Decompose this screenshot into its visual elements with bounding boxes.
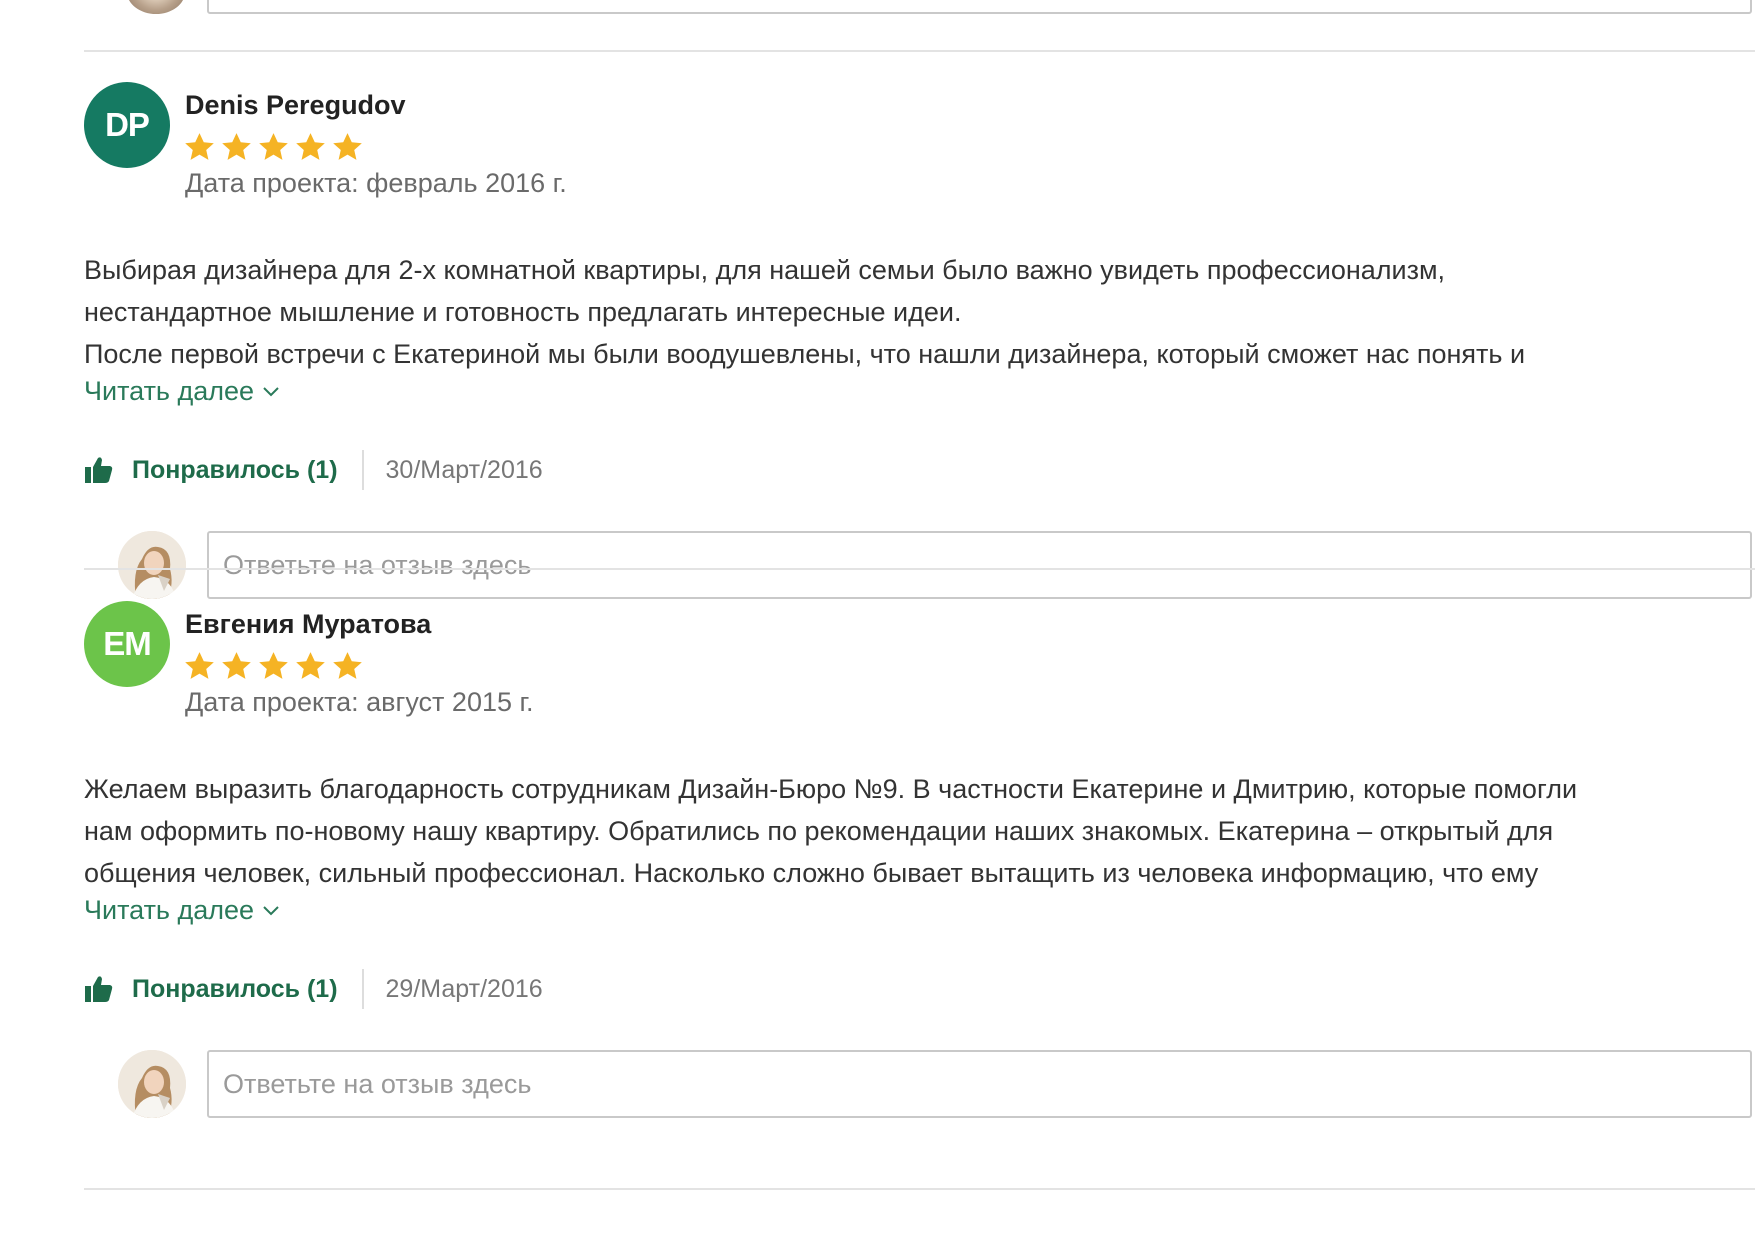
thumbs-up-icon xyxy=(85,457,113,483)
divider xyxy=(84,568,1755,570)
footer-divider xyxy=(361,450,364,490)
star-icon xyxy=(222,652,251,679)
project-date: Дата проекта: февраль 2016 г. xyxy=(185,168,567,198)
star-icon xyxy=(185,133,214,160)
review-text-line: нестандартное мышление и готовность пред… xyxy=(84,297,962,327)
like-button[interactable]: Понравилось (1) xyxy=(84,975,338,1004)
divider xyxy=(84,50,1755,52)
reviewer-name[interactable]: Евгения Муратова xyxy=(185,609,431,640)
chevron-down-icon xyxy=(263,386,279,396)
divider xyxy=(84,1188,1755,1190)
review-item: DP Denis Peregudov Дата проекта: февраль… xyxy=(0,82,1755,662)
review-footer: Понравилось (1) 29/Март/2016 xyxy=(84,969,543,1009)
review-text-line: После первой встречи с Екатериной мы был… xyxy=(84,339,1526,369)
star-icon xyxy=(259,652,288,679)
like-label: Понравилось (1) xyxy=(132,455,338,484)
read-more-label: Читать далее xyxy=(84,895,255,925)
review-text: Выбирая дизайнера для 2-х комнатной квар… xyxy=(84,249,1744,375)
review-text-line: Выбирая дизайнера для 2-х комнатной квар… xyxy=(84,255,1446,285)
thumbs-up-icon xyxy=(85,976,113,1002)
review-date: 29/Март/2016 xyxy=(385,974,543,1003)
star-icon xyxy=(296,133,325,160)
owner-photo xyxy=(118,531,186,599)
star-icon xyxy=(333,652,362,679)
previous-reply-input[interactable] xyxy=(207,0,1752,14)
star-icon xyxy=(333,133,362,160)
rating-stars xyxy=(183,131,364,165)
reviewer-avatar: DP xyxy=(84,82,170,168)
read-more-label: Читать далее xyxy=(84,376,255,406)
reply-input[interactable] xyxy=(207,1050,1752,1118)
review-text-line: общения человек, сильный профессионал. Н… xyxy=(84,858,1539,888)
star-icon xyxy=(222,133,251,160)
chevron-down-icon xyxy=(263,905,279,915)
reply-input[interactable] xyxy=(207,531,1752,599)
review-date: 30/Март/2016 xyxy=(385,455,543,484)
review-text-line: нам оформить по-новому нашу квартиру. Об… xyxy=(84,816,1554,846)
review-footer: Понравилось (1) 30/Март/2016 xyxy=(84,450,543,490)
star-icon xyxy=(259,133,288,160)
review-text: Желаем выразить благодарность сотрудника… xyxy=(84,768,1744,894)
review-text-line: Желаем выразить благодарность сотрудника… xyxy=(84,774,1578,804)
reviewer-name[interactable]: Denis Peregudov xyxy=(185,90,406,121)
project-date: Дата проекта: август 2015 г. xyxy=(185,687,534,717)
reviewer-avatar: EM xyxy=(84,601,170,687)
like-button[interactable]: Понравилось (1) xyxy=(84,456,338,485)
read-more-link[interactable]: Читать далее xyxy=(84,376,280,407)
review-item: EM Евгения Муратова Дата проекта: август… xyxy=(0,601,1755,1181)
owner-avatar xyxy=(118,531,186,599)
star-icon xyxy=(185,652,214,679)
owner-photo xyxy=(118,1050,186,1118)
owner-avatar xyxy=(118,1050,186,1118)
rating-stars xyxy=(183,650,364,684)
like-label: Понравилось (1) xyxy=(132,974,338,1003)
footer-divider xyxy=(361,969,364,1009)
read-more-link[interactable]: Читать далее xyxy=(84,895,280,926)
star-icon xyxy=(296,652,325,679)
previous-reply-avatar xyxy=(127,0,185,14)
